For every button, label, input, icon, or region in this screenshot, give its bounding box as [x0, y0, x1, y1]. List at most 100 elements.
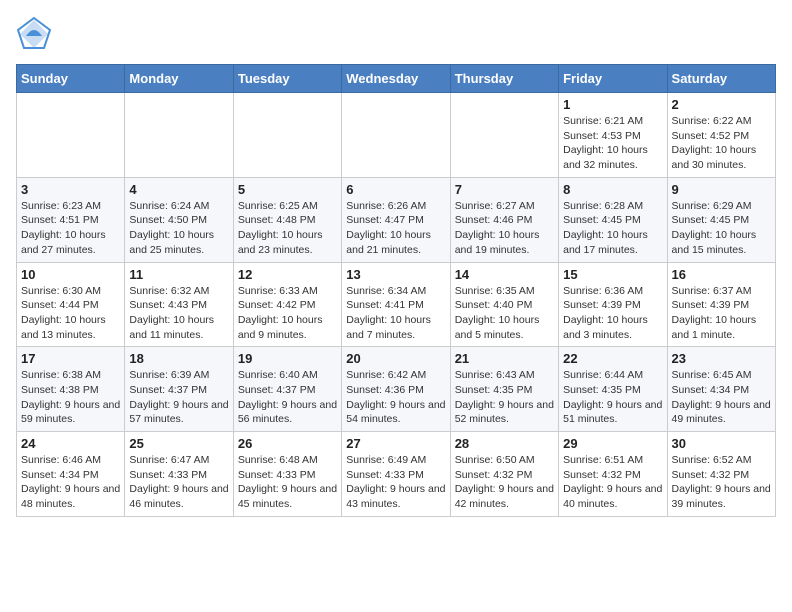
calendar-table: SundayMondayTuesdayWednesdayThursdayFrid… [16, 64, 776, 517]
day-number: 16 [672, 267, 771, 282]
day-header-sunday: Sunday [17, 65, 125, 93]
day-number: 29 [563, 436, 662, 451]
calendar-cell: 13 Sunrise: 6:34 AM Sunset: 4:41 PM Dayli… [342, 262, 450, 347]
day-info: Sunrise: 6:48 AM Sunset: 4:33 PM Dayligh… [238, 453, 337, 512]
day-number: 20 [346, 351, 445, 366]
calendar-cell: 25 Sunrise: 6:47 AM Sunset: 4:33 PM Dayli… [125, 432, 233, 517]
day-info: Sunrise: 6:43 AM Sunset: 4:35 PM Dayligh… [455, 368, 554, 427]
calendar-cell: 17 Sunrise: 6:38 AM Sunset: 4:38 PM Dayli… [17, 347, 125, 432]
page-header [16, 16, 776, 52]
day-number: 12 [238, 267, 337, 282]
day-number: 4 [129, 182, 228, 197]
calendar-cell: 30 Sunrise: 6:52 AM Sunset: 4:32 PM Dayli… [667, 432, 775, 517]
day-number: 9 [672, 182, 771, 197]
day-info: Sunrise: 6:21 AM Sunset: 4:53 PM Dayligh… [563, 114, 662, 173]
day-number: 23 [672, 351, 771, 366]
day-number: 27 [346, 436, 445, 451]
day-number: 26 [238, 436, 337, 451]
day-info: Sunrise: 6:46 AM Sunset: 4:34 PM Dayligh… [21, 453, 120, 512]
calendar-cell: 4 Sunrise: 6:24 AM Sunset: 4:50 PM Daylig… [125, 177, 233, 262]
day-number: 13 [346, 267, 445, 282]
calendar-cell: 5 Sunrise: 6:25 AM Sunset: 4:48 PM Daylig… [233, 177, 341, 262]
day-number: 6 [346, 182, 445, 197]
calendar-cell: 11 Sunrise: 6:32 AM Sunset: 4:43 PM Dayli… [125, 262, 233, 347]
day-number: 18 [129, 351, 228, 366]
calendar-cell: 1Sunrise: 6:21 AM Sunset: 4:53 PM Daylig… [559, 93, 667, 178]
day-header-wednesday: Wednesday [342, 65, 450, 93]
day-info: Sunrise: 6:34 AM Sunset: 4:41 PM Dayligh… [346, 284, 445, 343]
day-number: 3 [21, 182, 120, 197]
day-number: 7 [455, 182, 554, 197]
day-info: Sunrise: 6:23 AM Sunset: 4:51 PM Dayligh… [21, 199, 120, 258]
logo-icon [16, 16, 52, 52]
day-info: Sunrise: 6:45 AM Sunset: 4:34 PM Dayligh… [672, 368, 771, 427]
day-info: Sunrise: 6:27 AM Sunset: 4:46 PM Dayligh… [455, 199, 554, 258]
day-info: Sunrise: 6:33 AM Sunset: 4:42 PM Dayligh… [238, 284, 337, 343]
calendar-cell [342, 93, 450, 178]
day-header-tuesday: Tuesday [233, 65, 341, 93]
day-number: 15 [563, 267, 662, 282]
day-number: 10 [21, 267, 120, 282]
day-number: 2 [672, 97, 771, 112]
calendar-cell [125, 93, 233, 178]
calendar-cell: 3 Sunrise: 6:23 AM Sunset: 4:51 PM Daylig… [17, 177, 125, 262]
day-header-saturday: Saturday [667, 65, 775, 93]
calendar-cell: 12 Sunrise: 6:33 AM Sunset: 4:42 PM Dayli… [233, 262, 341, 347]
day-number: 25 [129, 436, 228, 451]
day-info: Sunrise: 6:51 AM Sunset: 4:32 PM Dayligh… [563, 453, 662, 512]
day-info: Sunrise: 6:32 AM Sunset: 4:43 PM Dayligh… [129, 284, 228, 343]
calendar-week-4: 17 Sunrise: 6:38 AM Sunset: 4:38 PM Dayli… [17, 347, 776, 432]
day-number: 5 [238, 182, 337, 197]
calendar-cell: 6 Sunrise: 6:26 AM Sunset: 4:47 PM Daylig… [342, 177, 450, 262]
calendar-cell: 2 Sunrise: 6:22 AM Sunset: 4:52 PM Daylig… [667, 93, 775, 178]
day-info: Sunrise: 6:35 AM Sunset: 4:40 PM Dayligh… [455, 284, 554, 343]
day-number: 28 [455, 436, 554, 451]
day-info: Sunrise: 6:30 AM Sunset: 4:44 PM Dayligh… [21, 284, 120, 343]
day-header-friday: Friday [559, 65, 667, 93]
day-info: Sunrise: 6:25 AM Sunset: 4:48 PM Dayligh… [238, 199, 337, 258]
day-number: 11 [129, 267, 228, 282]
day-header-monday: Monday [125, 65, 233, 93]
day-info: Sunrise: 6:24 AM Sunset: 4:50 PM Dayligh… [129, 199, 228, 258]
calendar-cell: 21Sunrise: 6:43 AM Sunset: 4:35 PM Dayli… [450, 347, 558, 432]
calendar-cell [17, 93, 125, 178]
day-number: 22 [563, 351, 662, 366]
calendar-cell: 26 Sunrise: 6:48 AM Sunset: 4:33 PM Dayli… [233, 432, 341, 517]
day-number: 19 [238, 351, 337, 366]
calendar-cell: 9Sunrise: 6:29 AM Sunset: 4:45 PM Daylig… [667, 177, 775, 262]
calendar-cell: 29 Sunrise: 6:51 AM Sunset: 4:32 PM Dayli… [559, 432, 667, 517]
day-info: Sunrise: 6:22 AM Sunset: 4:52 PM Dayligh… [672, 114, 771, 173]
day-info: Sunrise: 6:52 AM Sunset: 4:32 PM Dayligh… [672, 453, 771, 512]
calendar-week-2: 3 Sunrise: 6:23 AM Sunset: 4:51 PM Daylig… [17, 177, 776, 262]
calendar-cell: 27 Sunrise: 6:49 AM Sunset: 4:33 PM Dayli… [342, 432, 450, 517]
day-info: Sunrise: 6:39 AM Sunset: 4:37 PM Dayligh… [129, 368, 228, 427]
day-info: Sunrise: 6:42 AM Sunset: 4:36 PM Dayligh… [346, 368, 445, 427]
day-info: Sunrise: 6:37 AM Sunset: 4:39 PM Dayligh… [672, 284, 771, 343]
calendar-cell: 28 Sunrise: 6:50 AM Sunset: 4:32 PM Dayli… [450, 432, 558, 517]
calendar-header-row: SundayMondayTuesdayWednesdayThursdayFrid… [17, 65, 776, 93]
day-info: Sunrise: 6:50 AM Sunset: 4:32 PM Dayligh… [455, 453, 554, 512]
day-info: Sunrise: 6:28 AM Sunset: 4:45 PM Dayligh… [563, 199, 662, 258]
calendar-cell: 15Sunrise: 6:36 AM Sunset: 4:39 PM Dayli… [559, 262, 667, 347]
day-info: Sunrise: 6:47 AM Sunset: 4:33 PM Dayligh… [129, 453, 228, 512]
day-info: Sunrise: 6:26 AM Sunset: 4:47 PM Dayligh… [346, 199, 445, 258]
day-info: Sunrise: 6:49 AM Sunset: 4:33 PM Dayligh… [346, 453, 445, 512]
calendar-cell: 20 Sunrise: 6:42 AM Sunset: 4:36 PM Dayli… [342, 347, 450, 432]
calendar-cell: 18 Sunrise: 6:39 AM Sunset: 4:37 PM Dayli… [125, 347, 233, 432]
day-header-thursday: Thursday [450, 65, 558, 93]
calendar-cell: 19Sunrise: 6:40 AM Sunset: 4:37 PM Dayli… [233, 347, 341, 432]
day-number: 30 [672, 436, 771, 451]
calendar-cell: 10 Sunrise: 6:30 AM Sunset: 4:44 PM Dayli… [17, 262, 125, 347]
day-number: 14 [455, 267, 554, 282]
logo [16, 16, 56, 52]
day-number: 8 [563, 182, 662, 197]
calendar-week-5: 24 Sunrise: 6:46 AM Sunset: 4:34 PM Dayli… [17, 432, 776, 517]
calendar-week-3: 10 Sunrise: 6:30 AM Sunset: 4:44 PM Dayli… [17, 262, 776, 347]
day-number: 24 [21, 436, 120, 451]
day-number: 17 [21, 351, 120, 366]
day-info: Sunrise: 6:44 AM Sunset: 4:35 PM Dayligh… [563, 368, 662, 427]
day-info: Sunrise: 6:38 AM Sunset: 4:38 PM Dayligh… [21, 368, 120, 427]
calendar-cell: 8 Sunrise: 6:28 AM Sunset: 4:45 PM Daylig… [559, 177, 667, 262]
calendar-cell: 16 Sunrise: 6:37 AM Sunset: 4:39 PM Dayli… [667, 262, 775, 347]
calendar-cell [233, 93, 341, 178]
